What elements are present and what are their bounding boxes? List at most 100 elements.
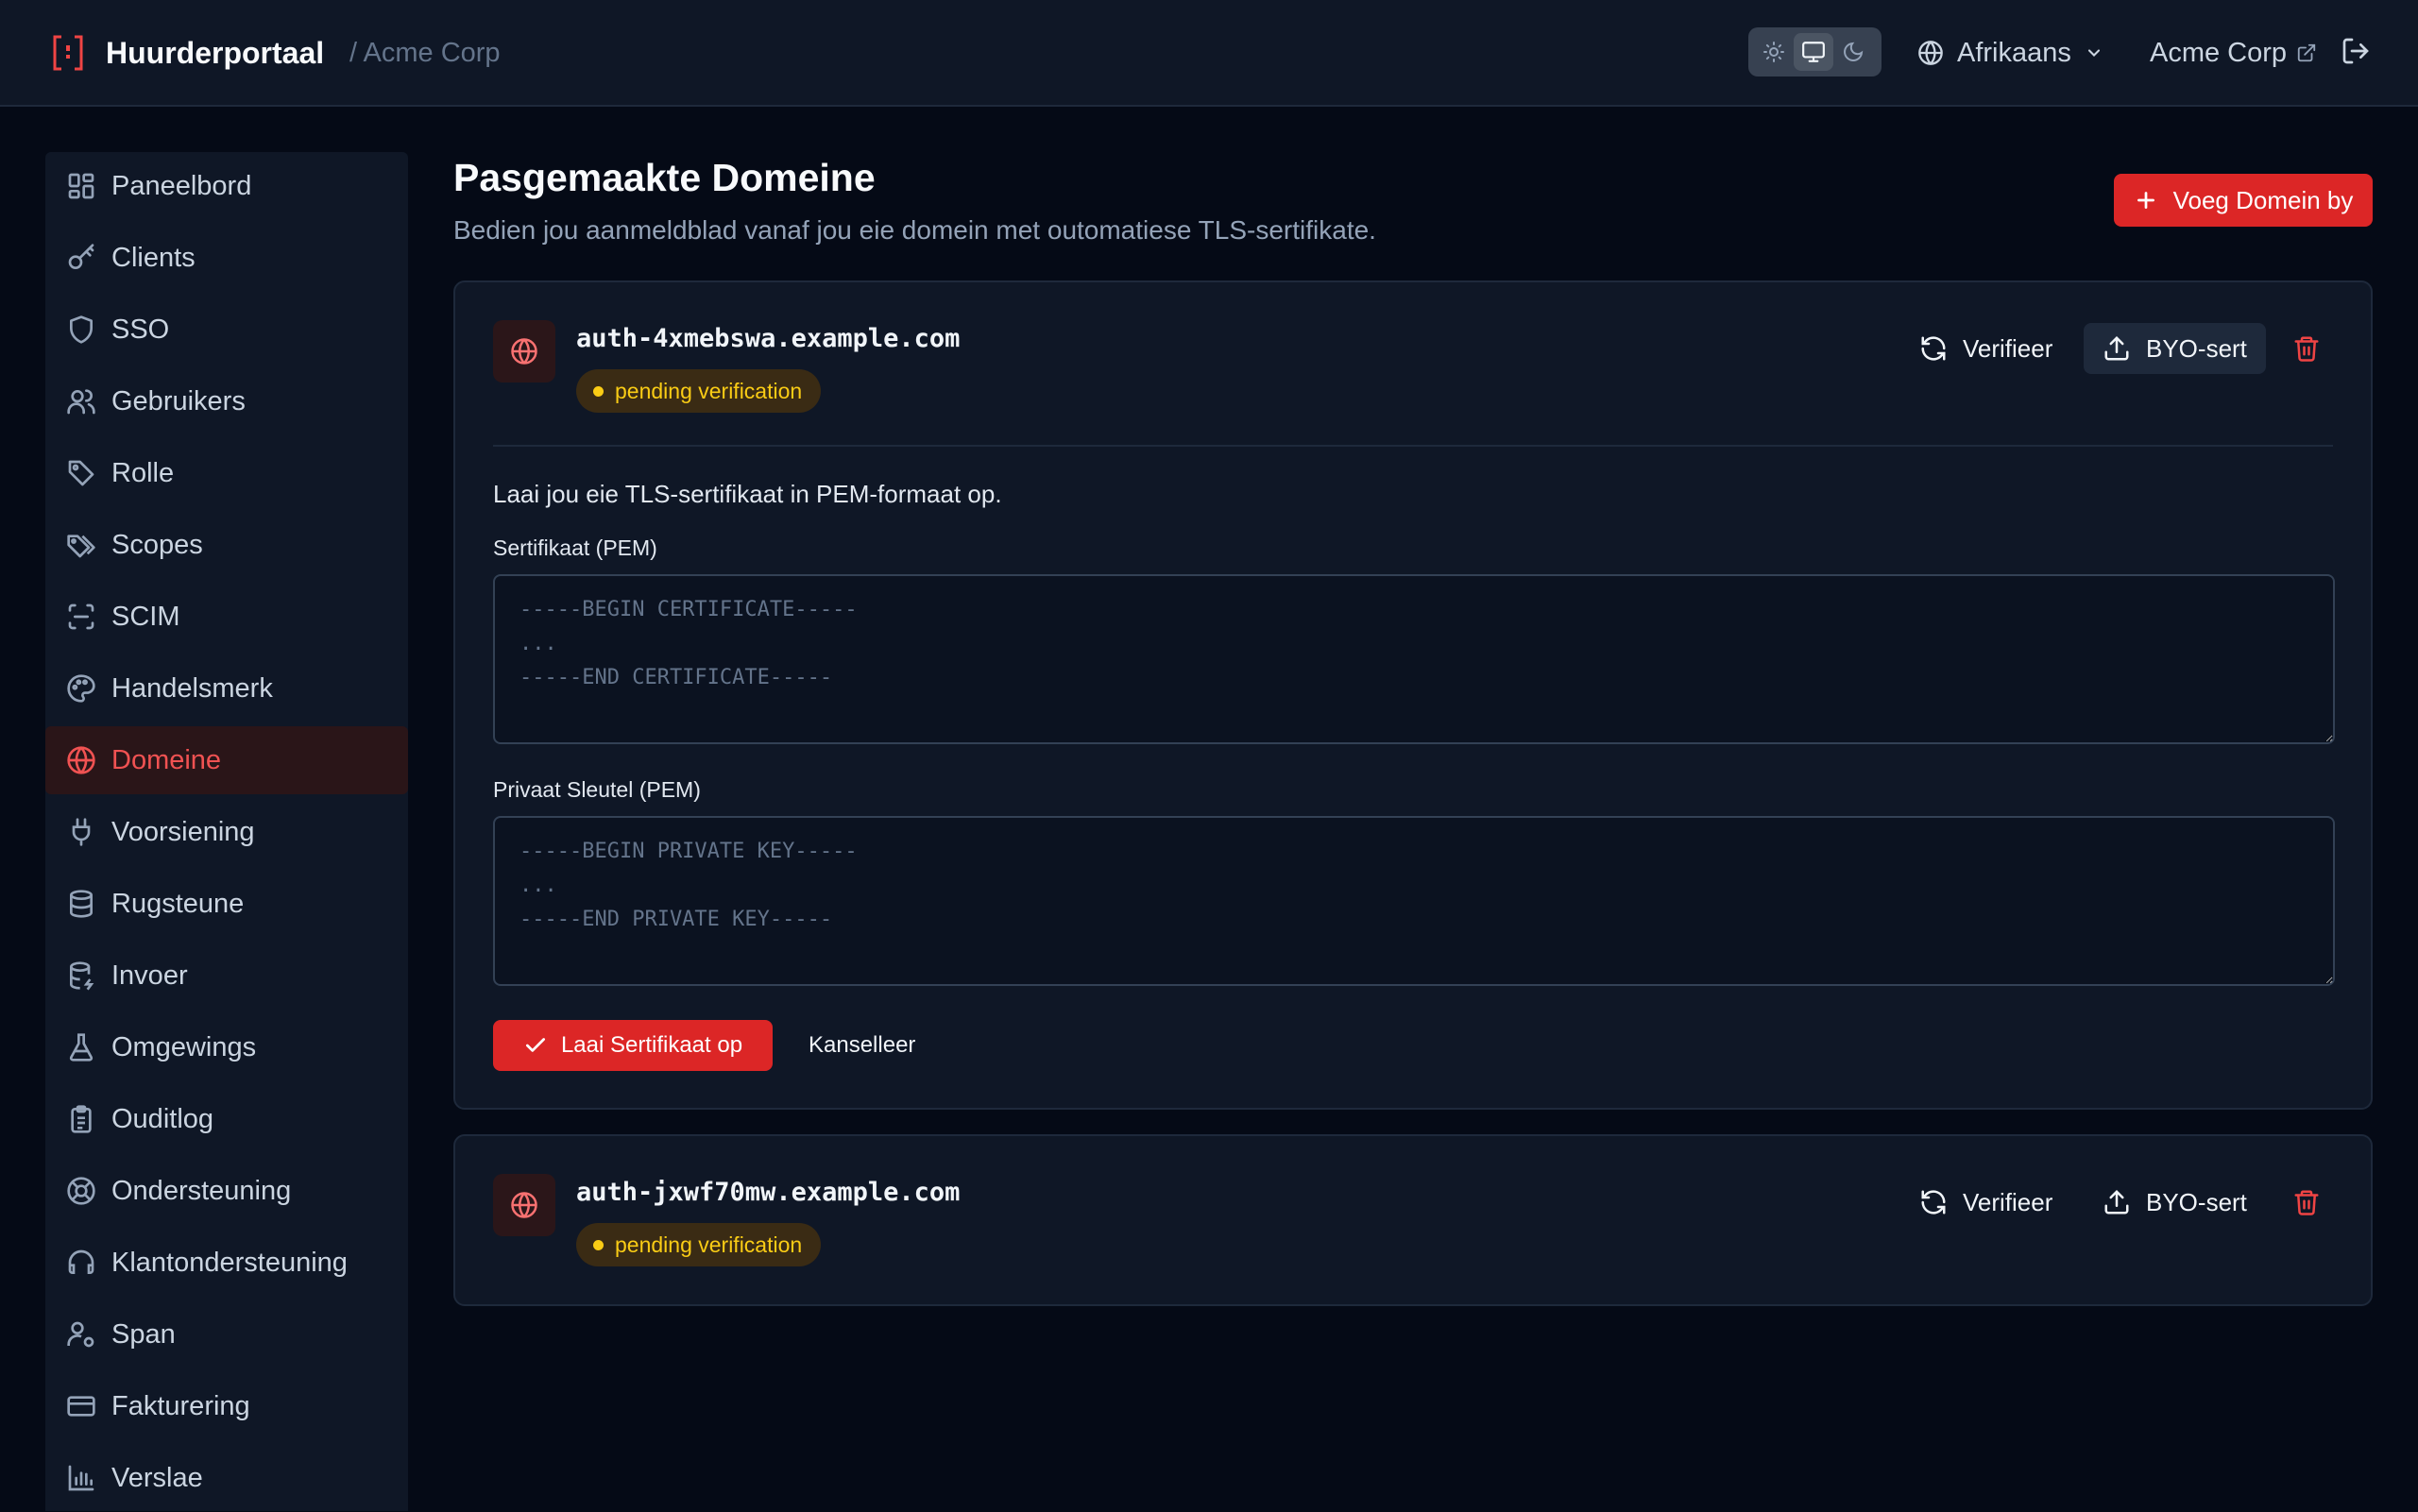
users-icon xyxy=(67,389,95,415)
private-key-textarea[interactable] xyxy=(493,816,2335,986)
user-cog-icon xyxy=(67,1321,94,1348)
lifebuoy-icon xyxy=(67,1177,95,1205)
sidebar-item-ouditlog[interactable]: Ouditlog xyxy=(45,1085,408,1153)
headset-icon xyxy=(68,1249,94,1274)
add-domain-label: Voeg Domein by xyxy=(2172,185,2354,214)
dashboard-icon xyxy=(68,173,94,199)
status-text: pending verification xyxy=(615,378,803,403)
brand-name[interactable]: Huurderportaal xyxy=(106,34,324,72)
clipboard-icon xyxy=(71,1105,92,1133)
sidebar-item-label: Verslae xyxy=(111,1462,203,1493)
flask-icon xyxy=(69,1033,94,1062)
sidebar-item-label: Rolle xyxy=(111,457,175,488)
byo-cert-label: BYO-sert xyxy=(2146,333,2247,363)
sidebar-item-label: Clients xyxy=(111,242,196,273)
upload-certificate-button[interactable]: Laai Sertifikaat op xyxy=(493,1020,773,1071)
dark-theme-button[interactable] xyxy=(1833,33,1873,71)
refresh-icon xyxy=(1921,336,1946,361)
delete-domain-button[interactable] xyxy=(2288,1183,2325,1221)
language-label: Afrikaans xyxy=(1957,37,2071,68)
sidebar-item-sso[interactable]: SSO xyxy=(45,296,408,364)
sidebar-item-label: SCIM xyxy=(111,601,180,632)
sidebar-item-scopes[interactable]: Scopes xyxy=(45,511,408,579)
palette-icon xyxy=(67,674,95,703)
domain-card: auth-4xmebswa.example.com pending verifi… xyxy=(453,280,2373,1110)
external-link-icon xyxy=(2297,43,2316,62)
logout-icon xyxy=(2342,38,2369,64)
plug-icon xyxy=(72,818,91,846)
upload-icon xyxy=(2104,1189,2129,1215)
light-theme-button[interactable] xyxy=(1754,33,1794,71)
top-header: Huurderportaal / Acme Corp Afrikaans Acm… xyxy=(0,0,2418,107)
sidebar-item-handelsmerk[interactable]: Handelsmerk xyxy=(45,654,408,722)
sidebar-item-klantondersteuning[interactable]: Klantondersteuning xyxy=(45,1229,408,1297)
brand-logo-icon[interactable] xyxy=(52,34,84,72)
sidebar-item-fakturering[interactable]: Fakturering xyxy=(45,1372,408,1440)
domain-name: auth-4xmebswa.example.com xyxy=(576,324,961,353)
sidebar-item-span[interactable]: Span xyxy=(45,1300,408,1368)
card-divider xyxy=(493,445,2333,447)
sidebar-item-rugsteune[interactable]: Rugsteune xyxy=(45,870,408,938)
tag-icon xyxy=(68,460,94,486)
system-theme-button[interactable] xyxy=(1794,33,1833,71)
trash-icon xyxy=(2294,1190,2319,1215)
plus-icon xyxy=(2137,192,2154,209)
page-title: Pasgemaakte Domeine xyxy=(453,156,876,199)
shield-icon xyxy=(70,315,93,344)
database-icon xyxy=(70,890,93,918)
page-subtitle: Bedien jou aanmeldblad vanaf jou eie dom… xyxy=(453,215,1376,245)
scan-icon xyxy=(68,603,94,630)
logout-button[interactable] xyxy=(2341,36,2371,66)
sidebar-item-rolle[interactable]: Rolle xyxy=(45,439,408,507)
org-external-link[interactable]: Acme Corp xyxy=(2150,32,2317,74)
cert-label: Sertifikaat (PEM) xyxy=(493,535,657,560)
sidebar-item-label: Ondersteuning xyxy=(111,1175,292,1206)
check-icon xyxy=(525,1038,545,1052)
sidebar-item-label: Rugsteune xyxy=(111,888,245,919)
sidebar-item-label: Gebruikers xyxy=(111,385,246,416)
domain-card: auth-jxwf70mw.example.com pending verifi… xyxy=(453,1134,2373,1306)
sidebar-item-paneelbord[interactable]: Paneelbord xyxy=(45,152,408,220)
upload-intro: Laai jou eie TLS-sertifikaat in PEM-form… xyxy=(493,480,1002,508)
byo-cert-button[interactable]: BYO-sert xyxy=(2084,1177,2266,1228)
status-dot xyxy=(593,1239,604,1250)
sun-icon xyxy=(1763,42,1784,62)
language-selector[interactable]: Afrikaans xyxy=(1917,32,2103,74)
byo-cert-button[interactable]: BYO-sert xyxy=(2084,323,2266,374)
status-badge: pending verification xyxy=(576,1223,822,1266)
sidebar-item-invoer[interactable]: Invoer xyxy=(45,942,408,1010)
monitor-icon xyxy=(1802,42,1825,62)
verify-button[interactable]: Verifieer xyxy=(1900,1177,2071,1228)
verify-label: Verifieer xyxy=(1963,333,2053,363)
sidebar-item-gebruikers[interactable]: Gebruikers xyxy=(45,367,408,435)
sidebar-item-label: Omgewings xyxy=(111,1031,257,1062)
status-badge: pending verification xyxy=(576,369,822,413)
sidebar-item-voorsiening[interactable]: Voorsiening xyxy=(45,798,408,866)
key-icon xyxy=(68,244,94,269)
cancel-button[interactable]: Kanselleer xyxy=(809,1020,915,1071)
chevron-down-icon xyxy=(2087,49,2100,57)
org-link-label: Acme Corp xyxy=(2150,37,2288,68)
sidebar-item-clients[interactable]: Clients xyxy=(45,224,408,292)
sidebar-item-ondersteuning[interactable]: Ondersteuning xyxy=(45,1157,408,1225)
database-import-icon xyxy=(70,961,94,991)
sidebar-item-label: Invoer xyxy=(111,960,188,991)
sidebar-item-scim[interactable]: SCIM xyxy=(45,583,408,651)
sidebar-item-omgewings[interactable]: Omgewings xyxy=(45,1013,408,1081)
theme-toggle[interactable] xyxy=(1748,27,1882,76)
sidebar-item-label: Handelsmerk xyxy=(111,672,273,704)
verify-button[interactable]: Verifieer xyxy=(1900,323,2071,374)
sidebar-item-verslae[interactable]: Verslae xyxy=(45,1444,408,1512)
sidebar-item-label: Paneelbord xyxy=(111,170,252,201)
certificate-textarea[interactable] xyxy=(493,574,2335,744)
key-label: Privaat Sleutel (PEM) xyxy=(493,777,701,802)
status-text: pending verification xyxy=(615,1232,803,1257)
delete-domain-button[interactable] xyxy=(2288,330,2325,367)
domain-name: auth-jxwf70mw.example.com xyxy=(576,1178,961,1207)
sidebar-item-domeine[interactable]: Domeine xyxy=(45,726,408,794)
add-domain-button[interactable]: Voeg Domein by xyxy=(2114,174,2373,227)
refresh-icon xyxy=(1921,1190,1946,1215)
sidebar-item-label: Scopes xyxy=(111,529,203,560)
globe-icon xyxy=(1918,41,1943,65)
globe-icon xyxy=(67,746,95,774)
